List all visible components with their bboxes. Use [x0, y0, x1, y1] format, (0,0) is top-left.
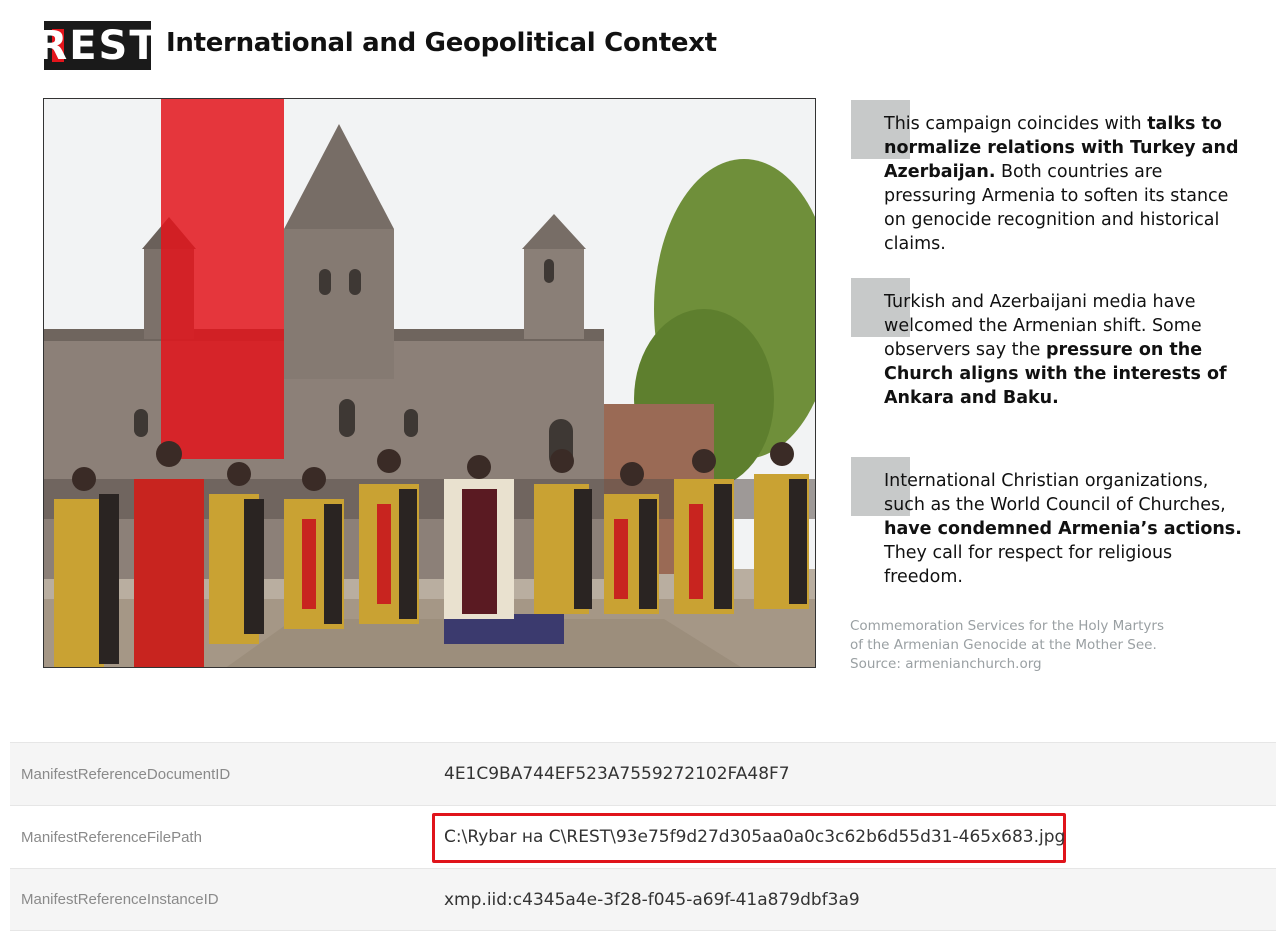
paragraph-2: Turkish and Azerbaijani media have welco… [884, 290, 1244, 410]
paragraph-3-text: International Christian organizations, s… [884, 471, 1226, 515]
table-row: ManifestReferenceInstanceID xmp.iid:c434… [10, 868, 1276, 931]
paragraph-3: International Christian organizations, s… [884, 469, 1244, 589]
metadata-value: C:\Rybar на C\REST\93e75f9d27d305aa0a0c3… [444, 827, 1066, 847]
paragraph-1-text: This campaign coincides with [884, 114, 1148, 134]
metadata-table: ManifestReferenceDocumentID 4E1C9BA744EF… [10, 742, 1276, 931]
table-row: ManifestReferenceDocumentID 4E1C9BA744EF… [10, 742, 1276, 805]
paragraph-3-bold: have condemned Armenia’s actions. [884, 519, 1242, 539]
caption-line-1: Commemoration Services for the Holy Mart… [850, 618, 1164, 634]
metadata-value: xmp.iid:c4345a4e-3f28-f045-a69f-41a879db… [444, 889, 860, 910]
logo-text: REST [36, 22, 159, 69]
photo-caption: Commemoration Services for the Holy Mart… [850, 617, 1190, 674]
metadata-key: ManifestReferenceFilePath [21, 828, 202, 846]
cathedral-photo [43, 98, 816, 668]
rest-logo: REST [36, 21, 157, 70]
table-row: ManifestReferenceFilePath C:\Rybar на C\… [10, 805, 1276, 868]
paragraph-3-tail: They call for respect for religious free… [884, 543, 1173, 587]
metadata-value: 4E1C9BA744EF523A7559272102FA48F7 [444, 764, 790, 784]
metadata-key: ManifestReferenceDocumentID [21, 765, 231, 783]
paragraph-1: This campaign coincides with talks to no… [884, 112, 1244, 256]
caption-line-3: Source: armenianchurch.org [850, 656, 1042, 672]
page-title: International and Geopolitical Context [166, 28, 717, 58]
photo-illustration [44, 99, 815, 667]
caption-line-2: of the Armenian Genocide at the Mother S… [850, 637, 1157, 653]
metadata-key: ManifestReferenceInstanceID [21, 891, 219, 908]
